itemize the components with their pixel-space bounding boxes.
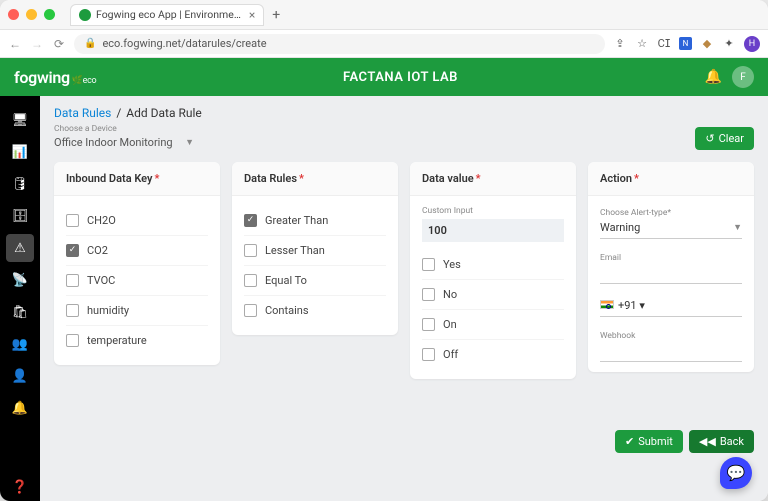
address-bar[interactable]: 🔒 eco.fogwing.net/datarules/create [74,34,605,54]
webhook-field[interactable] [600,341,742,362]
option-co2[interactable]: CO2 [66,236,208,266]
close-window-icon[interactable] [8,9,19,20]
sidebar-item-help[interactable]: ❓ [6,473,34,501]
extension-icon[interactable]: Cⵊ [657,37,671,51]
chat-icon: 💬 [727,464,746,482]
sidebar-item-devices[interactable]: 🛢 [6,170,34,198]
clear-button[interactable]: ↺ Clear [695,127,754,150]
app-header: fogwing🌿eco FACTANA IOT LAB 🔔 F [0,58,768,96]
option-on[interactable]: On [422,310,564,340]
option-contains[interactable]: Contains [244,296,386,325]
extension-icon-3[interactable]: ◆ [700,37,714,51]
sidebar-item-signal[interactable]: 📡 [6,266,34,294]
option-temperature[interactable]: temperature [66,326,208,355]
user-avatar[interactable]: F [732,66,754,88]
custom-input[interactable] [422,219,564,242]
option-ch2o[interactable]: CH2O [66,206,208,236]
lock-icon: 🔒 [84,38,96,49]
bell-icon[interactable]: 🔔 [705,69,722,85]
tab-title: Fogwing eco App | Environme… [96,8,241,21]
sidebar-item-team[interactable]: 👥 [6,330,34,358]
option-equal-to[interactable]: Equal To [244,266,386,296]
sidebar-item-account[interactable]: 👤 [6,362,34,390]
minimize-window-icon[interactable] [26,9,37,20]
window-titlebar: Fogwing eco App | Environme… × + [0,0,768,30]
option-off[interactable]: Off [422,340,564,369]
option-greater-than[interactable]: Greater Than [244,206,386,236]
device-select[interactable]: Office Indoor Monitoring ▼ [54,136,194,150]
org-title: FACTANA IOT LAB [96,70,704,85]
close-tab-icon[interactable]: × [249,8,255,22]
sidebar: 🖥 📊 🛢 🗄 ⚠ 📡 🛍 👥 👤 🔔 ❓ [0,96,40,501]
breadcrumb-current: Add Data Rule [126,106,201,120]
option-lesser-than[interactable]: Lesser Than [244,236,386,266]
sidebar-item-alerts[interactable]: ⚠ [6,234,34,262]
alert-type-select[interactable]: Warning ▼ [600,218,742,239]
card-action: Action* Choose Alert-type* Warning ▼ Ema… [588,162,754,372]
sidebar-item-org[interactable]: 🛍 [6,298,34,326]
submit-button[interactable]: ✔ Submit [615,430,683,453]
puzzle-icon[interactable]: ✦ [722,37,736,51]
device-label: Choose a Device [54,124,202,134]
check-icon: ✔ [625,435,634,448]
card-data-rules: Data Rules* Greater Than Lesser Than Equ… [232,162,398,335]
forward-icon[interactable]: → [30,37,44,51]
logo[interactable]: fogwing🌿eco [14,68,96,87]
option-humidity[interactable]: humidity [66,296,208,326]
option-tvoc[interactable]: TVOC [66,266,208,296]
card-data-value: Data value* Custom Input Yes No On Off [410,162,576,379]
phone-field[interactable]: +91 ▾ [600,296,742,317]
chevron-down-icon: ▼ [733,222,742,233]
sidebar-item-dashboard[interactable]: 🖥 [6,106,34,134]
option-no[interactable]: No [422,280,564,310]
chevron-down-icon: ▼ [185,137,194,148]
share-icon[interactable]: ⇪ [613,37,627,51]
url-bar: ← → ⟳ 🔒 eco.fogwing.net/datarules/create… [0,30,768,58]
undo-icon: ↺ [705,132,714,145]
browser-tab[interactable]: Fogwing eco App | Environme… × [70,4,264,26]
star-icon[interactable]: ☆ [635,37,649,51]
india-flag-icon [600,300,614,309]
url-text: eco.fogwing.net/datarules/create [102,37,266,50]
favicon-icon [79,9,91,21]
back-button[interactable]: ◀◀ Back [689,430,754,453]
email-field[interactable] [600,263,742,284]
breadcrumb-parent[interactable]: Data Rules [54,106,111,120]
sidebar-item-notify[interactable]: 🔔 [6,394,34,422]
maximize-window-icon[interactable] [44,9,55,20]
custom-input-label: Custom Input [422,206,564,216]
sidebar-item-data[interactable]: 🗄 [6,202,34,230]
profile-avatar[interactable]: H [744,36,760,52]
breadcrumb: Data Rules / Add Data Rule [54,106,202,120]
new-tab-button[interactable]: + [272,7,280,23]
option-yes[interactable]: Yes [422,250,564,280]
sidebar-item-analytics[interactable]: 📊 [6,138,34,166]
reload-icon[interactable]: ⟳ [52,37,66,51]
chat-fab[interactable]: 💬 [720,457,752,489]
card-inbound-data-key: Inbound Data Key* CH2O CO2 TVOC humidity… [54,162,220,365]
extension-icon-2[interactable]: N [679,37,692,50]
back-icon[interactable]: ← [8,37,22,51]
main-content: Data Rules / Add Data Rule Choose a Devi… [40,96,768,501]
rewind-icon: ◀◀ [699,435,716,448]
